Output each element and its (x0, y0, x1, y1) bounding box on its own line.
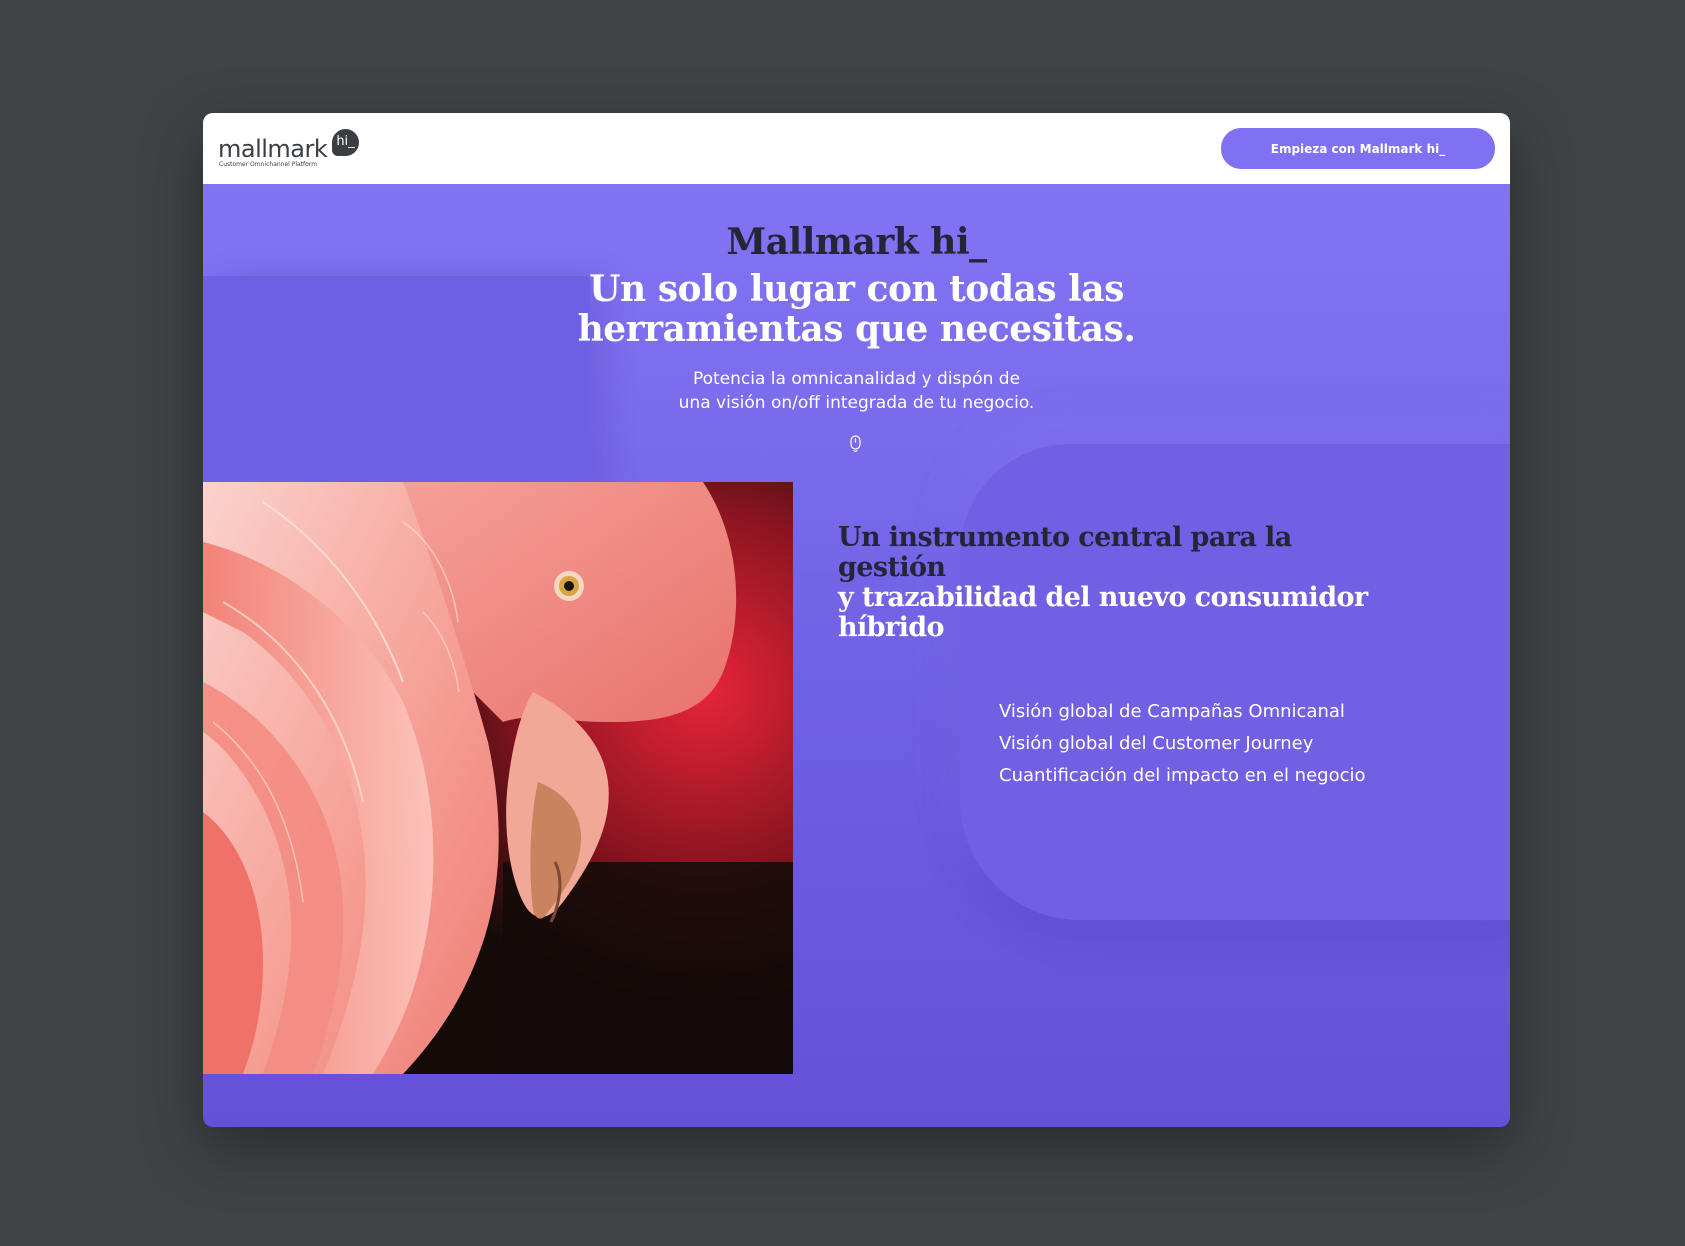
hero-subtitle: Potencia la omnicanalidad y dispón de un… (203, 367, 1510, 415)
hero-brand: Mallmark hi_ (726, 221, 987, 263)
flamingo-photo (203, 482, 793, 1074)
mouse-scroll-icon[interactable] (850, 435, 861, 452)
mallmark-logo[interactable]: mallmark hi_ Customer Omnichannel Platfo… (218, 129, 378, 169)
section-title: Un instrumento central para la gestión y… (838, 523, 1398, 643)
section-title-line: y trazabilidad del nuevo consumidor (838, 582, 1368, 613)
hero-subtitle-line: Potencia la omnicanalidad y dispón de (692, 369, 1021, 389)
section-title-line: Un instrumento central para la gestión (838, 522, 1292, 583)
start-cta-button[interactable]: Empieza con Mallmark hi_ (1221, 128, 1495, 169)
feature-item: Visión global de Campañas Omnicanal (999, 701, 1345, 722)
features-panel (960, 444, 1510, 920)
feature-item: Visión global del Customer Journey (999, 733, 1314, 754)
features-list: Visión global de Campañas Omnicanal Visi… (999, 696, 1366, 792)
hero-title-line: Un solo lugar con todas las (589, 268, 1124, 310)
top-navbar: mallmark hi_ Customer Omnichannel Platfo… (203, 113, 1510, 184)
feature-item: Cuantificación del impacto en el negocio (999, 765, 1366, 786)
browser-window: mallmark hi_ Customer Omnichannel Platfo… (203, 113, 1510, 1127)
logo-wordmark: mallmark (218, 135, 328, 163)
hero-subtitle-line: una visión on/off integrada de tu negoci… (678, 393, 1035, 413)
logo-badge: hi_ (332, 129, 359, 156)
hero-title-line: herramientas que necesitas. (577, 308, 1136, 350)
hero-title: Un solo lugar con todas las herramientas… (203, 269, 1510, 349)
section-title-line: híbrido (838, 612, 945, 643)
logo-tagline: Customer Omnichannel Platform (219, 161, 318, 168)
